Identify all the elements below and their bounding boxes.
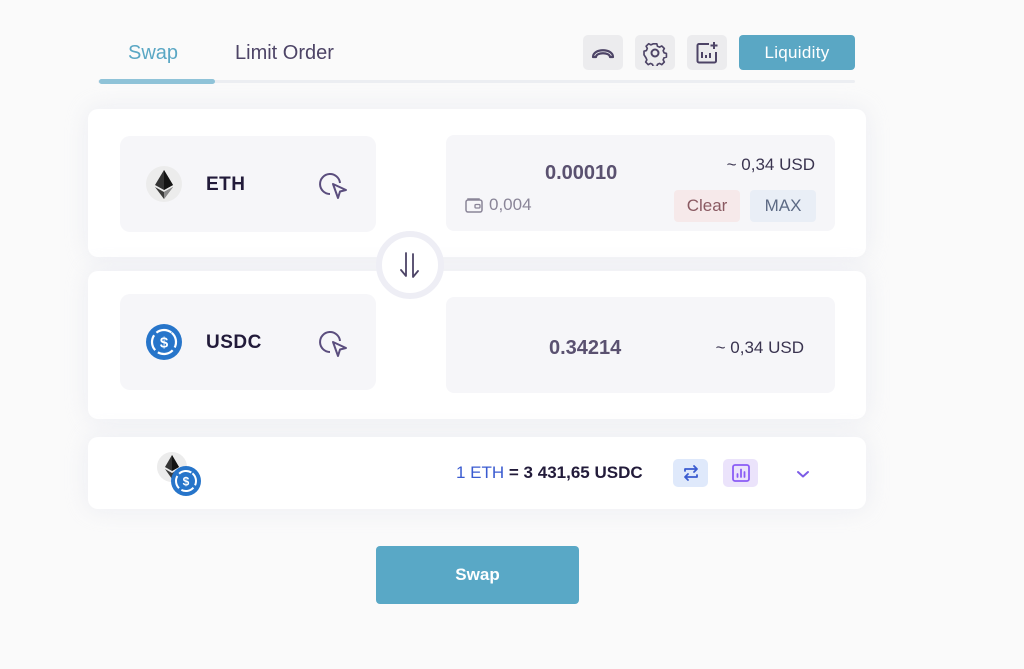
select-token-icon <box>319 173 347 199</box>
to-usd-value: ~ 0,34 USD <box>715 338 804 357</box>
chevron-down-icon <box>797 471 809 478</box>
wallet-icon <box>465 198 483 213</box>
tab-swap[interactable]: Swap <box>128 42 178 65</box>
active-tab-indicator <box>99 79 215 84</box>
rate-quote: = 3 431,65 USDC <box>504 463 643 482</box>
settings-button[interactable] <box>635 35 675 70</box>
expand-details-button[interactable] <box>792 465 814 483</box>
to-token-selector[interactable]: $ USDC <box>120 294 376 390</box>
liquidity-button[interactable]: Liquidity <box>739 35 855 70</box>
to-token-symbol: USDC <box>206 332 262 353</box>
swap-button[interactable]: Swap <box>376 546 579 604</box>
from-usd-value: ~ 0,34 USD <box>726 155 815 174</box>
invert-rate-button[interactable] <box>673 459 708 487</box>
flip-tokens-button[interactable] <box>376 231 444 299</box>
swap-horizontal-icon <box>683 465 698 481</box>
pair-icon: $ <box>157 452 201 496</box>
exchange-rate: 1 ETH = 3 431,65 USDC <box>456 463 643 483</box>
usdc-icon: $ <box>146 324 182 360</box>
svg-text:$: $ <box>183 475 190 489</box>
swap-direction-icon <box>400 252 419 278</box>
price-chart-button[interactable] <box>723 459 758 487</box>
rate-card: $ 1 ETH = 3 431,65 USDC <box>88 437 866 509</box>
max-button[interactable]: MAX <box>750 190 816 222</box>
from-token-symbol: ETH <box>206 174 246 195</box>
to-card: $ USDC 0.34214 ~ 0,34 USD <box>88 271 866 419</box>
from-amount-box: 0.00010 ~ 0,34 USD 0,004 Clear MAX <box>446 135 835 231</box>
from-card: ETH 0.00010 ~ 0,34 USD 0,004 Clear MAX <box>88 109 866 257</box>
gear-icon <box>643 42 668 66</box>
eth-icon <box>146 166 182 202</box>
chart-add-icon <box>696 41 718 63</box>
from-token-selector[interactable]: ETH <box>120 136 376 232</box>
rainbow-icon <box>591 48 615 58</box>
to-amount-box: 0.34214 ~ 0,34 USD <box>446 297 835 393</box>
to-amount-output: 0.34214 <box>549 337 622 359</box>
add-chart-button[interactable] <box>687 35 727 70</box>
clear-button[interactable]: Clear <box>674 190 740 222</box>
svg-text:$: $ <box>160 335 169 352</box>
from-balance: 0,004 <box>465 195 532 215</box>
tab-limit-order[interactable]: Limit Order <box>235 42 334 65</box>
tab-bar: Swap Limit Order Liquidity <box>98 30 855 84</box>
from-amount-input[interactable]: 0.00010 <box>545 162 617 185</box>
select-token-icon <box>319 331 347 357</box>
from-balance-value: 0,004 <box>489 195 532 214</box>
rate-base: 1 ETH <box>456 463 505 482</box>
bar-chart-icon <box>731 464 750 482</box>
rainbow-button[interactable] <box>583 35 623 70</box>
